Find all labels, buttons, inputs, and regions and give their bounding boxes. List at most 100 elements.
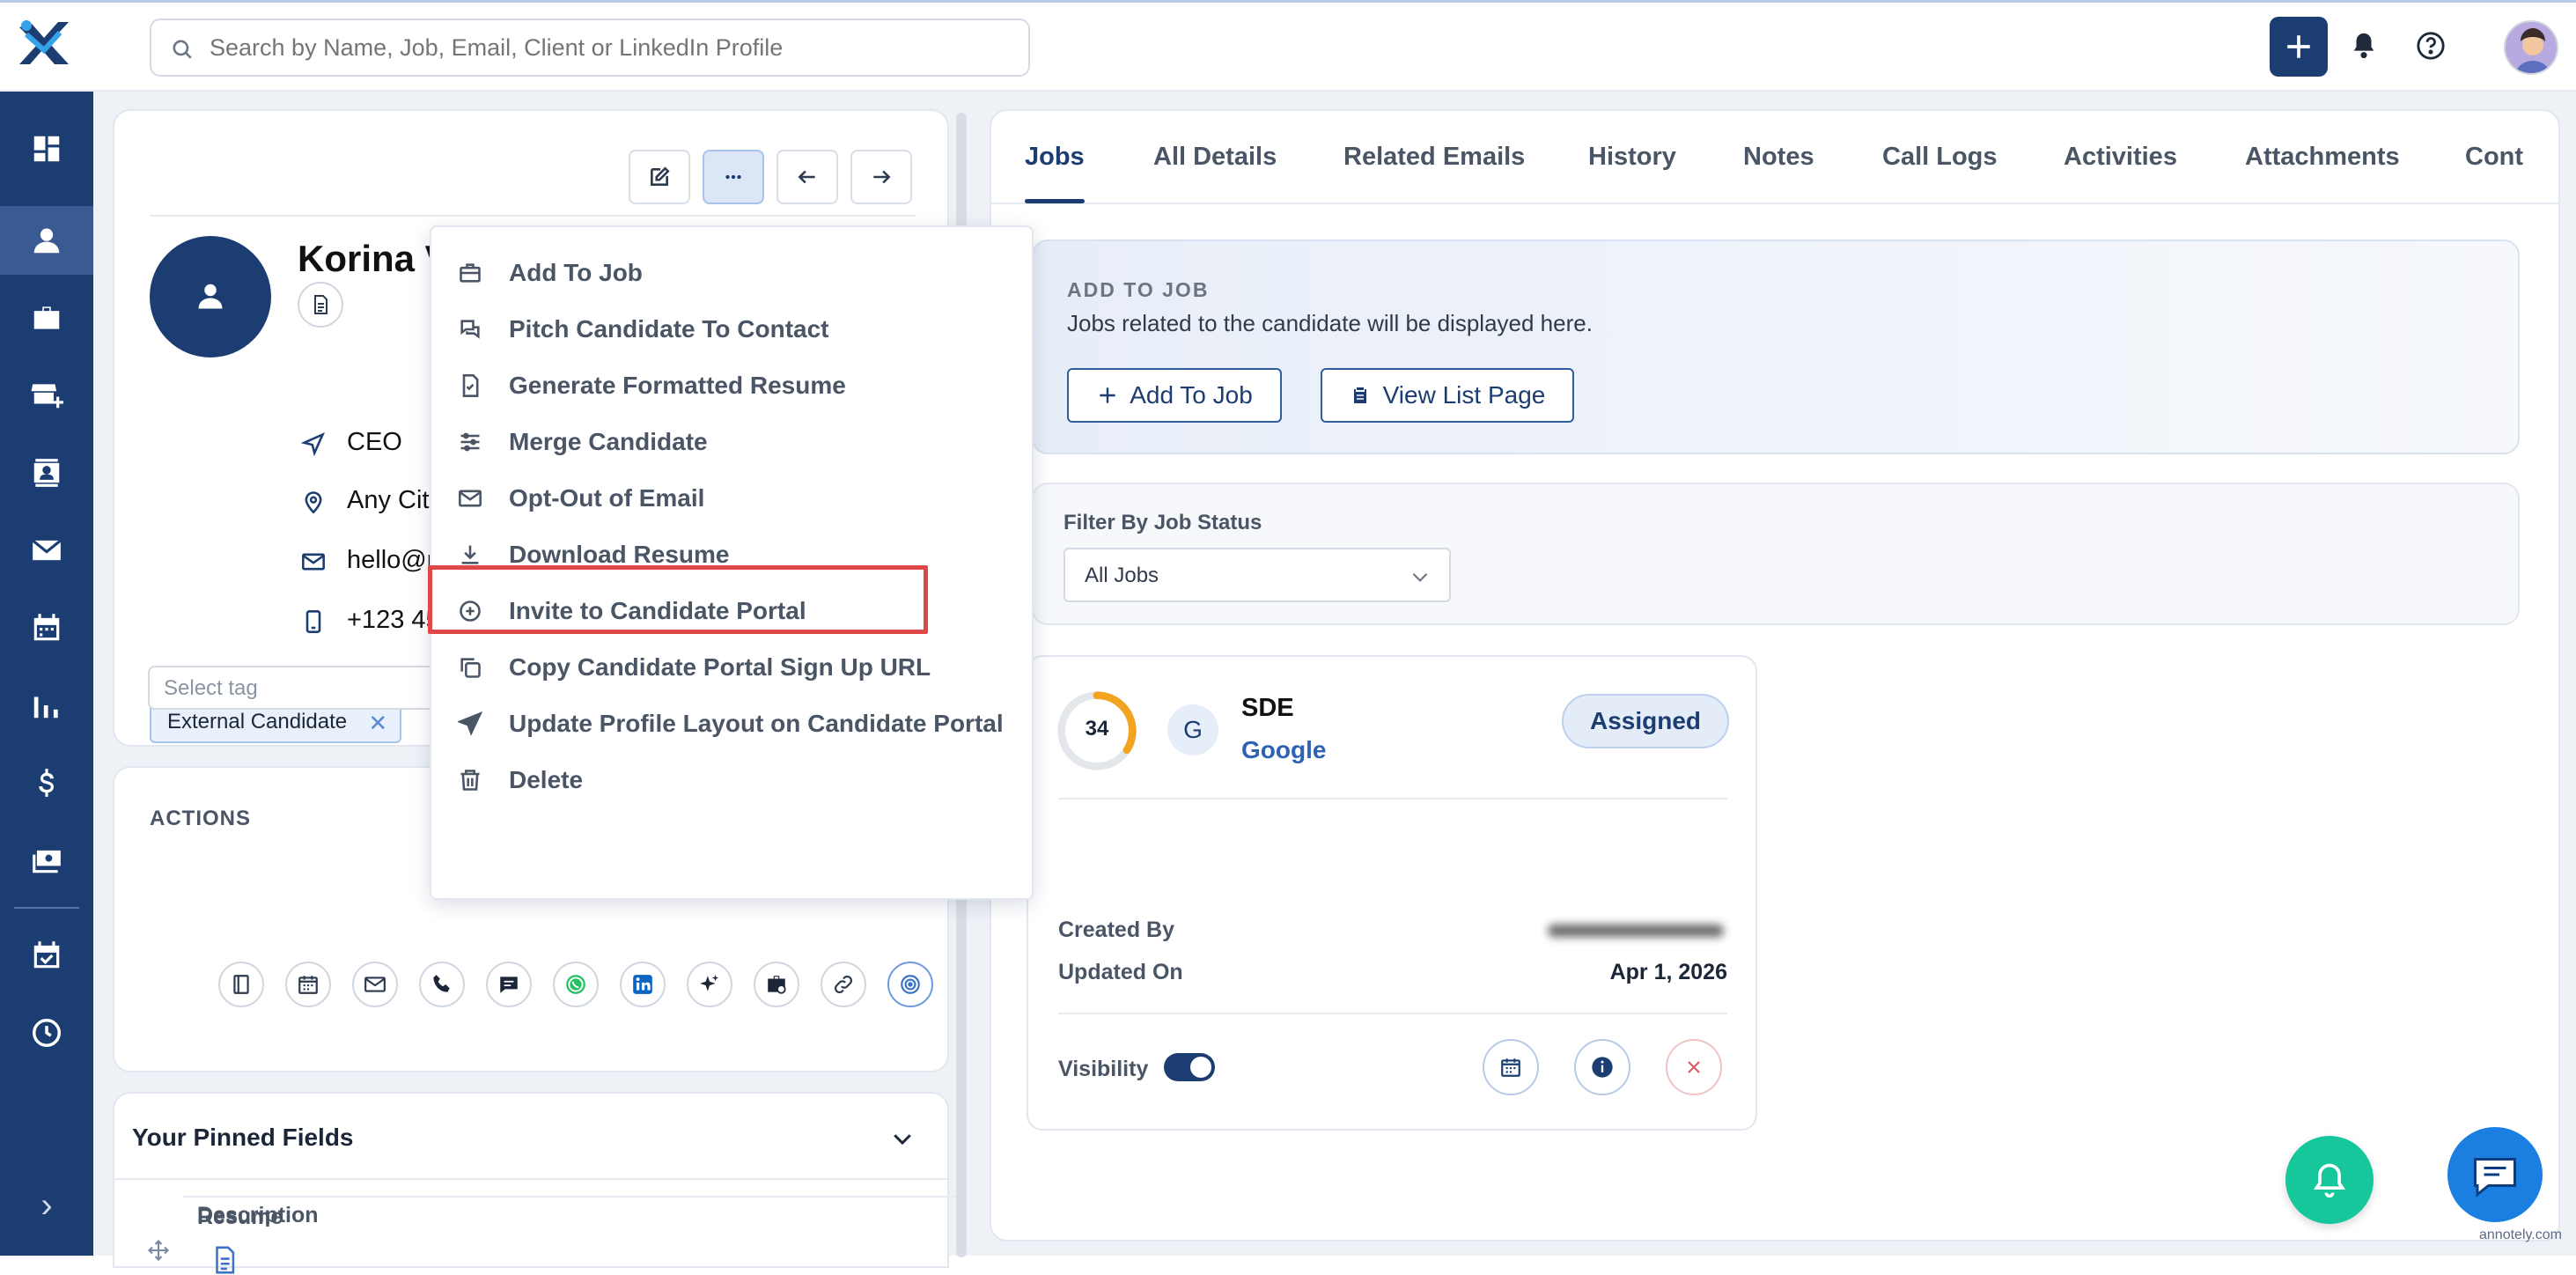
drag-handle-icon[interactable] <box>146 1238 171 1263</box>
sidebar-item-payments[interactable] <box>0 826 93 895</box>
job-calendar-button[interactable] <box>1483 1039 1539 1095</box>
sidebar-item-companies[interactable] <box>0 361 93 430</box>
sidebar-item-calendar[interactable] <box>0 593 93 662</box>
plus-icon <box>2287 35 2310 58</box>
chat-bubble-icon <box>2474 1158 2516 1198</box>
create-button[interactable] <box>2270 17 2328 77</box>
job-title[interactable]: SDE <box>1241 694 1294 723</box>
add-to-job-button[interactable]: Add To Job <box>1067 368 1282 423</box>
search-input[interactable] <box>210 27 1002 68</box>
call-action-button[interactable] <box>419 962 465 1007</box>
plus-icon <box>1100 387 1115 403</box>
schedule-action-button[interactable] <box>285 962 331 1007</box>
menu-item-update-profile-layout[interactable]: Update Profile Layout on Candidate Porta… <box>431 696 1032 752</box>
add-to-job-button-label: Add To Job <box>1130 381 1253 409</box>
chat-widget-button[interactable] <box>2447 1127 2543 1222</box>
resume-doc-button[interactable] <box>298 282 343 328</box>
sidebar-divider <box>14 907 79 909</box>
portal-action-button[interactable] <box>887 962 933 1007</box>
tab-attachments[interactable]: Attachments <box>2245 143 2400 172</box>
tab-history[interactable]: History <box>1588 143 1676 172</box>
tab-call-logs[interactable]: Call Logs <box>1882 143 1998 172</box>
sidebar-item-contacts[interactable] <box>0 439 93 507</box>
location-text: Any City <box>347 486 442 514</box>
pinned-divider <box>114 1178 947 1180</box>
sidebar-item-jobs[interactable] <box>0 284 93 352</box>
menu-item-delete[interactable]: Delete <box>431 752 1032 808</box>
user-avatar[interactable] <box>2504 20 2558 75</box>
sidebar-item-reports[interactable] <box>0 671 93 740</box>
menu-item-generate-resume[interactable]: Generate Formatted Resume <box>431 357 1032 414</box>
search-icon <box>173 40 192 59</box>
cash-icon <box>33 850 61 873</box>
sidebar-item-tasks[interactable] <box>0 921 93 990</box>
view-list-page-button[interactable]: View List Page <box>1321 368 1574 423</box>
menu-item-copy-signup-url[interactable]: Copy Candidate Portal Sign Up URL <box>431 639 1032 696</box>
email-action-button[interactable] <box>352 962 398 1007</box>
whatsapp-action-button[interactable] <box>553 962 599 1007</box>
watermark-text: annotely.com <box>2479 1227 2562 1242</box>
actions-title: ACTIONS <box>150 807 251 830</box>
bell-icon <box>2353 33 2374 59</box>
tag-select-placeholder: Select tag <box>164 676 258 700</box>
search-bar[interactable] <box>150 18 1030 77</box>
email-text[interactable]: hello@r <box>347 546 435 575</box>
remove-tag-icon[interactable]: ✕ <box>368 710 387 737</box>
sidebar-item-billing[interactable] <box>0 748 93 817</box>
edit-button[interactable] <box>629 150 690 204</box>
resume-file-icon[interactable] <box>210 1245 239 1275</box>
person-icon <box>33 228 60 254</box>
store-add-icon <box>31 384 63 409</box>
job-card[interactable]: 34 G SDE Google Assigned Created By Upda… <box>1027 655 1757 1131</box>
notifications-button[interactable] <box>2349 31 2384 66</box>
tab-bar-divider <box>991 203 2558 204</box>
logo-icon <box>19 20 69 64</box>
job-company[interactable]: Google <box>1241 736 1326 764</box>
menu-item-opt-out-email[interactable]: Opt-Out of Email <box>431 470 1032 527</box>
tab-notes[interactable]: Notes <box>1743 143 1814 172</box>
tab-activities[interactable]: Activities <box>2064 143 2177 172</box>
sidebar-item-history[interactable] <box>0 999 93 1067</box>
previous-button[interactable] <box>776 150 838 204</box>
next-button[interactable] <box>850 150 912 204</box>
sidebar: › <box>0 92 93 1256</box>
sidebar-expand-button[interactable]: › <box>0 1171 93 1240</box>
notes-action-button[interactable] <box>218 962 264 1007</box>
job-remove-button[interactable] <box>1666 1039 1722 1095</box>
ai-action-button[interactable] <box>687 962 732 1007</box>
sidebar-item-candidates[interactable] <box>0 206 93 275</box>
menu-item-pitch-candidate[interactable]: Pitch Candidate To Contact <box>431 301 1032 357</box>
tab-jobs[interactable]: Jobs <box>1025 143 1085 172</box>
more-horizontal-icon <box>725 174 741 180</box>
mail-icon <box>302 553 325 571</box>
visibility-toggle[interactable] <box>1164 1053 1215 1081</box>
app-logo[interactable] <box>14 15 77 73</box>
whatsapp-icon <box>566 975 585 994</box>
job-status-badge[interactable]: Assigned <box>1562 694 1729 748</box>
menu-item-merge-candidate[interactable]: Merge Candidate <box>431 414 1032 470</box>
briefcase-check-icon <box>768 976 786 994</box>
linkedin-action-button[interactable] <box>620 962 666 1007</box>
more-options-button[interactable] <box>703 150 764 204</box>
avatar-icon <box>2506 22 2557 73</box>
job-status-select[interactable]: All Jobs <box>1064 548 1451 602</box>
job-info-button[interactable] <box>1574 1039 1630 1095</box>
link-action-button[interactable] <box>821 962 866 1007</box>
candidate-avatar[interactable] <box>150 236 271 357</box>
person-icon <box>198 284 223 309</box>
chevron-down-icon[interactable] <box>889 1125 916 1152</box>
sms-action-button[interactable] <box>486 962 532 1007</box>
tab-contacts[interactable]: Cont <box>2465 143 2523 172</box>
sidebar-item-dashboard[interactable] <box>0 114 93 183</box>
tab-all-details[interactable]: All Details <box>1153 143 1277 172</box>
visibility-label: Visibility <box>1058 1057 1149 1081</box>
help-button[interactable] <box>2416 31 2451 66</box>
tab-related-emails[interactable]: Related Emails <box>1343 143 1525 172</box>
job-action-button[interactable] <box>754 962 799 1007</box>
floating-notification-button[interactable] <box>2285 1136 2374 1224</box>
phone-text[interactable]: +123 45 <box>347 606 440 635</box>
menu-item-add-to-job[interactable]: Add To Job <box>431 245 1032 301</box>
sidebar-item-mail[interactable] <box>0 516 93 585</box>
chevron-right-icon: › <box>40 1185 53 1225</box>
clipboard-icon <box>1353 387 1366 403</box>
